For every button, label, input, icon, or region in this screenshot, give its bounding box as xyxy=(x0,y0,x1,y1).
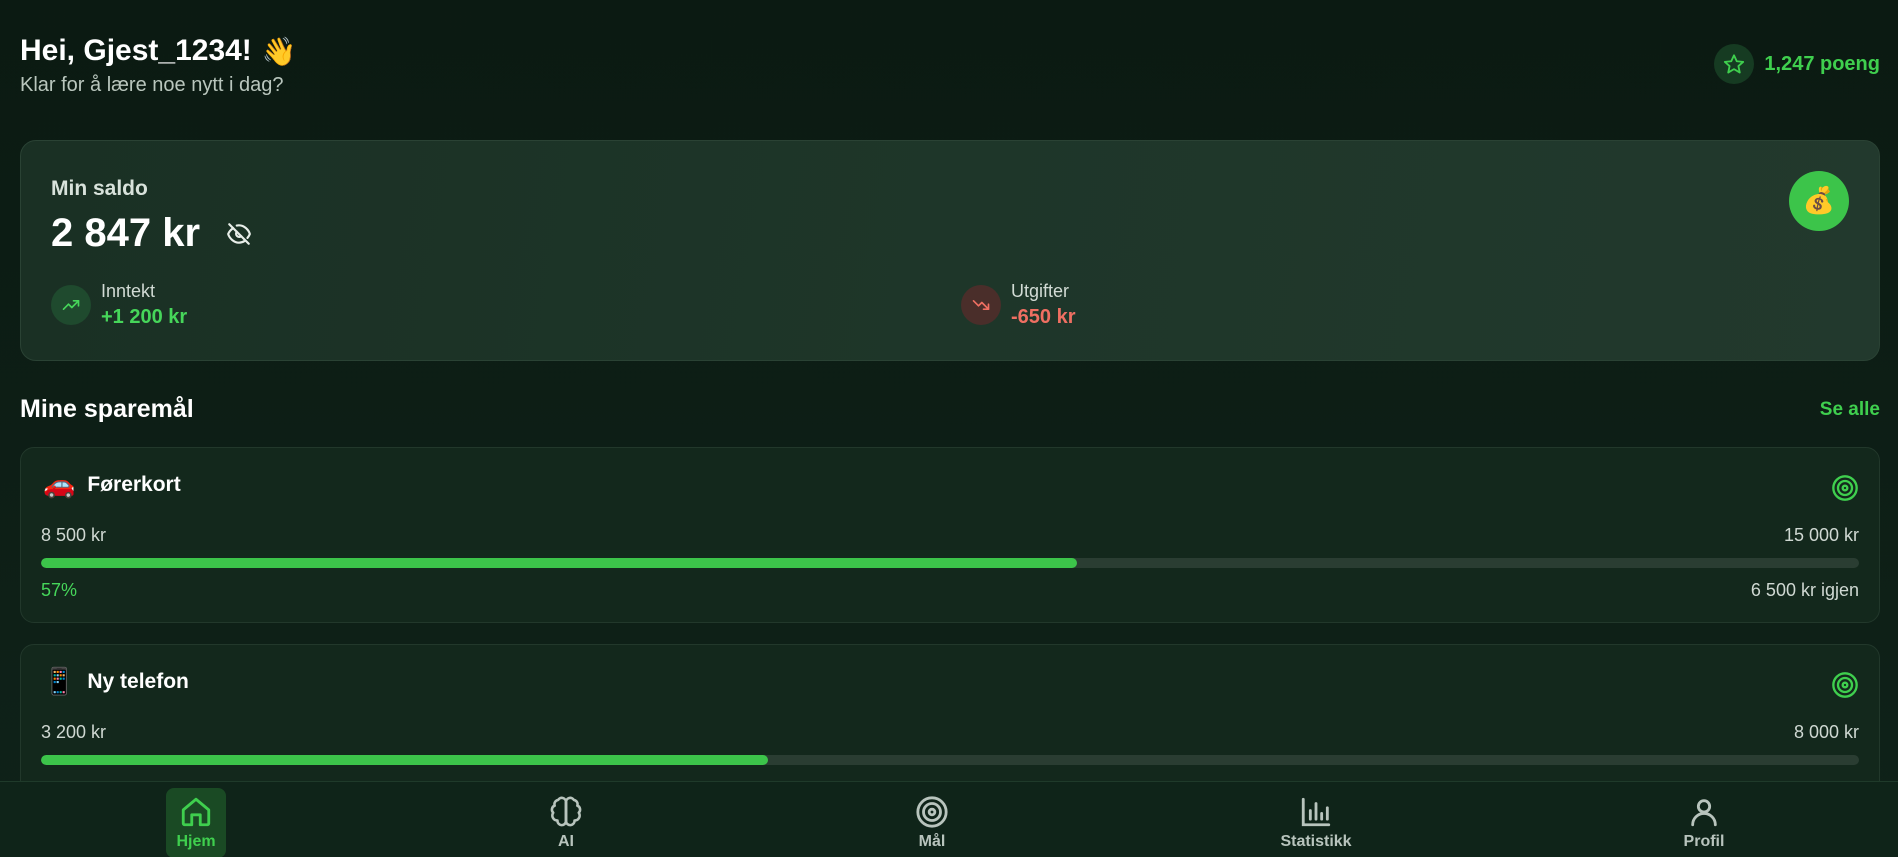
nav-label: AI xyxy=(558,833,574,850)
goals-section-title: Mine sparemål xyxy=(20,395,194,423)
goal-target-amount: 8 000 kr xyxy=(1793,722,1859,742)
car-icon: 🚗 xyxy=(43,470,76,500)
goal-header: 🚗 Førerkort xyxy=(43,470,181,500)
goal-progress-fill xyxy=(41,755,769,765)
nav-label: Mål xyxy=(918,833,946,850)
bar-chart-icon xyxy=(1301,797,1331,827)
expense-value: -650 kr xyxy=(1011,306,1076,328)
goal-name: Førerkort xyxy=(87,473,181,496)
greeting-heading: Hei, Gjest_1234! 👋 xyxy=(20,34,1880,68)
nav-item-goals[interactable]: Mål xyxy=(902,788,962,857)
goal-saved-amount: 3 200 kr xyxy=(41,722,107,742)
points-value: 1,247 poeng xyxy=(1764,52,1880,75)
greeting-text: Hei, Gjest_1234! xyxy=(20,34,252,67)
goal-progress-track xyxy=(41,755,1859,765)
balance-amount-row: 2 847 kr xyxy=(51,211,254,256)
points-badge[interactable]: 1,247 poeng xyxy=(1714,44,1880,84)
nav-item-profile[interactable]: Profil xyxy=(1674,788,1734,857)
trending-down-icon xyxy=(961,285,1001,325)
nav-item-statistics[interactable]: Statistikk xyxy=(1280,788,1352,857)
income-value: +1 200 kr xyxy=(101,306,188,328)
target-icon xyxy=(1832,475,1858,501)
header: Hei, Gjest_1234! 👋 Klar for å lære noe n… xyxy=(20,34,1880,104)
goal-header: 📱 Ny telefon xyxy=(43,667,189,697)
money-bag-icon: 💰 xyxy=(1802,186,1836,216)
goal-saved-amount: 8 500 kr xyxy=(41,525,107,545)
goal-percent: 57% xyxy=(41,580,78,600)
goal-progress-track xyxy=(41,558,1859,568)
brain-icon xyxy=(550,796,582,827)
see-all-link[interactable]: Se alle xyxy=(1820,399,1880,421)
target-icon xyxy=(916,796,948,828)
goal-name: Ny telefon xyxy=(87,670,189,693)
nav-item-ai[interactable]: AI xyxy=(536,788,596,857)
waving-hand-emoji: 👋 xyxy=(261,34,297,68)
star-icon xyxy=(1714,44,1755,84)
balance-amount: 2 847 kr xyxy=(51,211,201,255)
user-icon xyxy=(1691,799,1717,827)
nav-item-home[interactable]: Hjem xyxy=(166,788,226,857)
trending-up-icon xyxy=(51,285,91,325)
goal-remaining: 6 500 kr igjen xyxy=(1750,580,1859,600)
greeting-subtitle: Klar for å lære noe nytt i dag? xyxy=(20,74,284,96)
nav-label: Profil xyxy=(1683,833,1725,850)
balance-label: Min saldo xyxy=(51,177,148,200)
phone-icon: 📱 xyxy=(43,667,76,697)
nav-label: Hjem xyxy=(176,833,216,850)
income-label: Inntekt xyxy=(101,281,156,301)
goal-progress-fill xyxy=(41,558,1078,568)
target-icon xyxy=(1832,672,1858,698)
home-icon xyxy=(181,797,211,827)
expense-stat: Utgifter -650 kr xyxy=(961,281,1076,329)
balance-card: Min saldo 2 847 kr 💰 Inntekt +1 200 kr U… xyxy=(20,140,1880,361)
bottom-nav: Hjem AI Mål Statistikk Profil xyxy=(0,781,1898,857)
goal-target-amount: 15 000 kr xyxy=(1783,525,1859,545)
goal-card[interactable]: 🚗 Førerkort 8 500 kr 15 000 kr 57% 6 500… xyxy=(20,447,1880,623)
money-bag-button[interactable]: 💰 xyxy=(1789,171,1849,231)
hide-balance-eye-off-icon[interactable] xyxy=(224,219,254,249)
expense-label: Utgifter xyxy=(1011,281,1070,301)
income-stat: Inntekt +1 200 kr xyxy=(51,281,187,329)
nav-label: Statistikk xyxy=(1280,833,1352,850)
